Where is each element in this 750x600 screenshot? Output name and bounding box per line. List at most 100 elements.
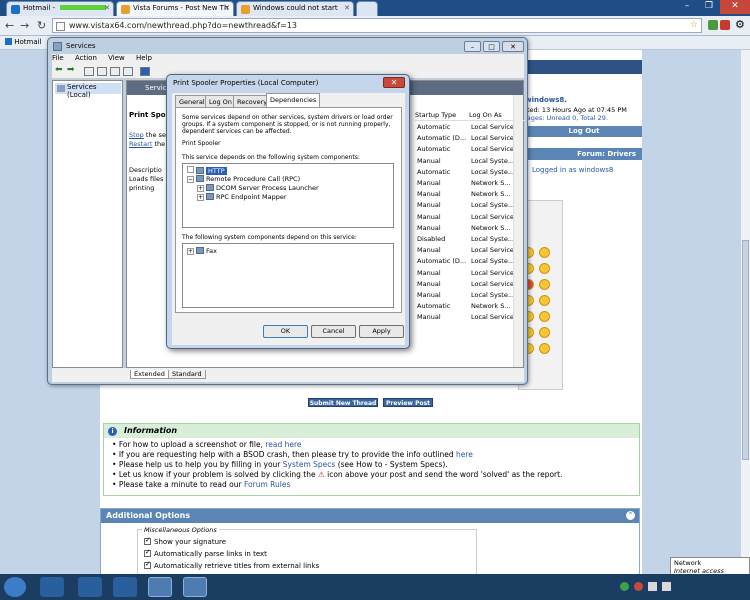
volume-icon[interactable] [662, 582, 671, 591]
table-row[interactable]: Automatic Local Service [417, 145, 514, 156]
show-signature-checkbox[interactable] [144, 536, 151, 545]
wrench-icon[interactable]: ⚙ [735, 18, 745, 31]
table-row[interactable]: Manual Local Service [417, 213, 514, 224]
smiley-icon[interactable] [539, 247, 550, 258]
table-row[interactable]: Manual Local Syste... [417, 157, 514, 168]
smiley-icon[interactable] [539, 311, 550, 322]
minimize-icon[interactable]: – [464, 41, 481, 52]
private-messages[interactable]: ssages: Unread 0, Total 29. [520, 114, 608, 122]
smiley-icon[interactable] [539, 263, 550, 274]
menu-action[interactable]: Action [75, 54, 97, 62]
media-player-icon[interactable] [113, 577, 137, 597]
collapse-icon[interactable]: − [187, 176, 194, 183]
column-log-on-as[interactable]: Log On As [469, 111, 502, 119]
refresh-icon[interactable] [110, 67, 120, 76]
system-specs-link[interactable]: System Specs [283, 460, 336, 469]
tree-item-services-local[interactable]: Services (Local) [55, 83, 121, 99]
tree-node-rpc[interactable]: − Remote Procedure Call (RPC) [187, 175, 300, 183]
table-row[interactable]: Manual Network S... [417, 224, 511, 235]
table-row[interactable]: Manual Network S... [417, 190, 511, 201]
help-icon[interactable] [140, 67, 150, 76]
table-row[interactable]: Automatic Network S... [417, 302, 511, 313]
ok-button[interactable]: OK [263, 325, 308, 338]
menu-view[interactable]: View [108, 54, 125, 62]
smiley-icon[interactable] [539, 343, 550, 354]
cool-smiley-icon[interactable] [539, 327, 550, 338]
tab-log-on[interactable]: Log On [205, 95, 236, 107]
parse-links-checkbox[interactable] [144, 548, 151, 557]
tree-node-rpc-endpoint[interactable]: + RPC Endpoint Mapper [197, 193, 287, 201]
internet-explorer-icon[interactable] [40, 577, 64, 597]
column-startup-type[interactable]: Startup Type [415, 111, 469, 119]
tab-hotmail[interactable]: Hotmail - ✕ [6, 1, 114, 16]
preview-post-button[interactable]: Preview Post [383, 398, 433, 407]
expand-icon[interactable]: + [197, 185, 204, 192]
export-list-icon[interactable] [123, 67, 133, 76]
menu-file[interactable]: File [52, 54, 64, 62]
close-icon[interactable]: ✕ [104, 4, 110, 12]
table-row[interactable]: Automatic Local Service [417, 123, 514, 134]
tab-dependencies[interactable]: Dependencies [266, 93, 321, 107]
tab-standard[interactable]: Standard [168, 370, 206, 379]
console-tree-icon[interactable] [84, 67, 94, 76]
star-icon[interactable]: ☆ [690, 20, 698, 30]
tab-windows-could-not-start[interactable]: Windows could not start ✕ [236, 1, 354, 16]
maximize-icon[interactable]: □ [483, 41, 500, 52]
table-row[interactable]: Manual Local Service [417, 313, 514, 324]
restart-service-link[interactable]: Restart [129, 140, 152, 148]
chrome-icon[interactable] [148, 577, 172, 597]
menu-help[interactable]: Help [136, 54, 152, 62]
extension-icon[interactable] [708, 20, 718, 30]
new-tab-button[interactable] [356, 1, 378, 16]
expand-icon[interactable]: + [197, 194, 204, 201]
cancel-button[interactable]: Cancel [311, 325, 356, 338]
table-row[interactable]: Automatic (D... Local Syste... [417, 257, 514, 268]
start-button-icon[interactable] [4, 577, 26, 597]
submit-new-thread-button[interactable]: Submit New Thread [308, 398, 378, 407]
smiley-icon[interactable] [539, 295, 550, 306]
tab-general[interactable]: General [175, 95, 209, 107]
expand-icon[interactable]: + [187, 248, 194, 255]
smiley-icon[interactable] [539, 279, 550, 290]
upload-help-link[interactable]: read here [265, 440, 301, 449]
properties-icon[interactable] [97, 67, 107, 76]
tree-node-dcom[interactable]: + DCOM Server Process Launcher [197, 184, 319, 192]
logout-link[interactable]: Log Out [526, 126, 642, 137]
maximize-icon[interactable]: ❐ [698, 0, 720, 14]
windows-explorer-icon[interactable] [78, 577, 102, 597]
table-row[interactable]: Manual Local Syste... [417, 201, 514, 212]
table-row[interactable]: Disabled Local Syste... [417, 235, 514, 246]
forward-arrow-icon[interactable]: ➡ [67, 65, 77, 75]
table-row[interactable]: Manual Local Service [417, 280, 514, 291]
tray-icon[interactable] [634, 582, 643, 591]
network-icon[interactable] [648, 582, 657, 591]
collapse-icon[interactable]: ⌃ [626, 511, 635, 520]
close-icon[interactable]: ✕ [502, 41, 524, 52]
list-scrollbar[interactable] [513, 95, 523, 367]
dependents-tree[interactable]: + Fax [182, 243, 394, 308]
services-taskbar-icon[interactable] [183, 577, 207, 597]
tray-icon[interactable] [620, 582, 629, 591]
back-arrow-icon[interactable]: ⬅ [55, 65, 65, 75]
url-bar[interactable]: www.vistax64.com/newthread.php?do=newthr… [52, 18, 702, 33]
tab-vista-forums[interactable]: Vista Forums - Post New Th ✕ [116, 1, 234, 16]
table-row[interactable]: Automatic Local Syste... [417, 168, 514, 179]
table-row[interactable]: Manual Local Service [417, 269, 514, 280]
tree-node-fax[interactable]: + Fax [187, 247, 217, 255]
scrollbar-thumb[interactable] [742, 240, 749, 460]
forum-rules-link[interactable]: Forum Rules [244, 480, 290, 489]
table-row[interactable]: Manual Network S... [417, 179, 511, 190]
minimize-icon[interactable]: – [676, 0, 698, 14]
tab-extended[interactable]: Extended [130, 370, 169, 379]
reload-icon[interactable]: ↻ [37, 19, 46, 32]
back-arrow-icon[interactable]: ← [5, 19, 14, 32]
retrieve-titles-checkbox[interactable] [144, 560, 151, 569]
table-row[interactable]: Manual Local Syste... [417, 291, 514, 302]
page-scrollbar[interactable] [740, 50, 750, 582]
close-icon[interactable]: ✕ [344, 4, 350, 12]
close-icon[interactable]: ✕ [224, 4, 230, 12]
extension-icon[interactable] [720, 20, 730, 30]
table-row[interactable]: Automatic (D... Local Service [417, 134, 514, 145]
depends-on-tree[interactable]: HTTP − Remote Procedure Call (RPC) + DCOM … [182, 163, 394, 228]
forward-arrow-icon[interactable]: → [20, 19, 29, 32]
